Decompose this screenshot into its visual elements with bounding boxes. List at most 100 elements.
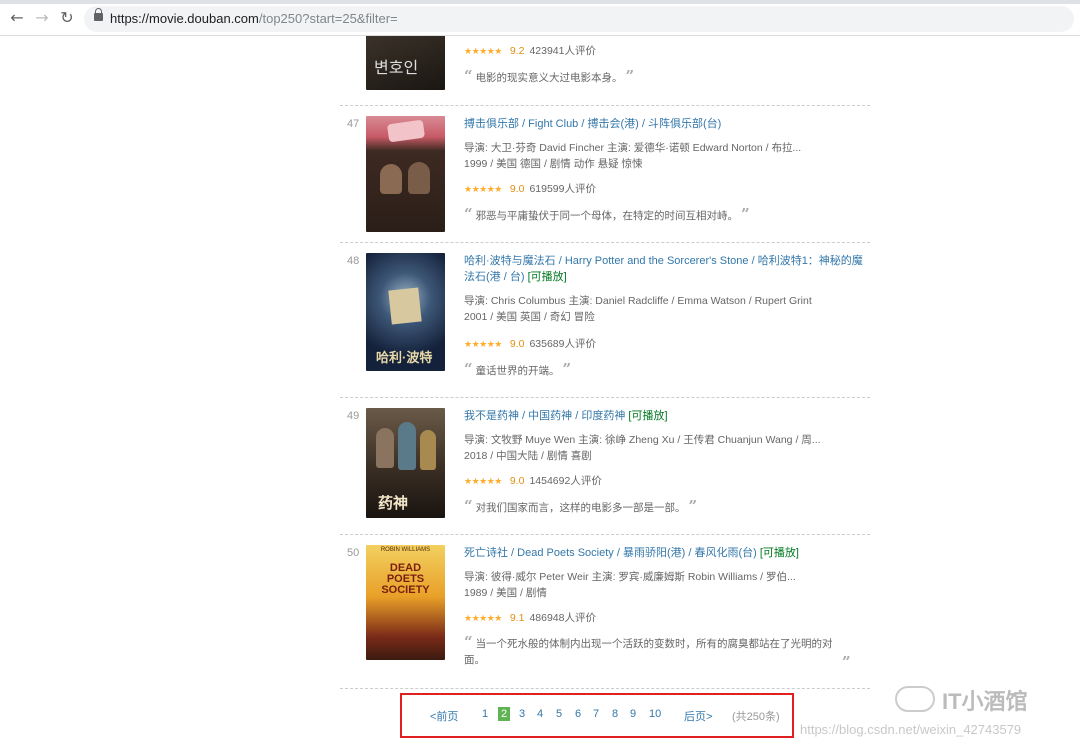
playable-badge[interactable]: [可播放] — [628, 410, 667, 422]
movie-year-genre: 2001 / 美国 英国 / 奇幻 冒险 — [464, 311, 595, 323]
movie-credits: 导演: Chris Columbus 主演: Daniel Radcliffe … — [464, 295, 812, 307]
quote-text: 电影的现实意义大过电影本身。 — [475, 72, 623, 84]
rank-number: 49 — [347, 410, 360, 422]
rating-stars-icon: ★★★★★ — [464, 46, 502, 56]
playable-badge[interactable]: [可播放] — [760, 547, 799, 559]
poster-letter-graphic — [388, 287, 422, 325]
rank-number: 48 — [347, 255, 360, 267]
rating-stars-icon: ★★★★★ — [464, 613, 502, 623]
close-quote-icon: ” — [625, 67, 635, 85]
page-link-1[interactable]: 1 — [482, 708, 488, 720]
movie-year-genre: 1989 / 美国 / 剧情 — [464, 587, 547, 599]
movie-info: 死亡诗社 / Dead Poets Society / 暴雨骄阳(港) / 春风… — [464, 545, 864, 601]
rating-stars-icon: ★★★★★ — [464, 339, 502, 349]
forward-arrow-icon[interactable]: → — [33, 9, 51, 27]
reload-icon[interactable]: ↻ — [58, 9, 76, 27]
movie-title-line[interactable]: 我不是药神 / 中国药神 / 印度药神 [可播放] — [464, 408, 864, 424]
poster-logo: 药神 — [378, 495, 409, 512]
page-link-3[interactable]: 3 — [519, 708, 525, 720]
vote-count: 619599人评价 — [529, 183, 596, 195]
movie-poster[interactable]: 药神 — [366, 408, 445, 518]
quote-text: 当一个死水般的体制内出现一个活跃的变数时，所有的腐臭都站在了光明的对面。 — [464, 638, 833, 666]
poster-figure — [398, 422, 416, 470]
movie-quote: “ 童话世界的开端。 ” — [464, 361, 571, 379]
movie-title-line[interactable]: 死亡诗社 / Dead Poets Society / 暴雨骄阳(港) / 春风… — [464, 545, 864, 561]
movie-poster[interactable]: ROBIN WILLIAMS DEAD POETS SOCIETY — [366, 545, 445, 660]
open-quote-icon: “ — [464, 633, 473, 651]
page-link-9[interactable]: 9 — [630, 708, 636, 720]
open-quote-icon: “ — [464, 360, 473, 378]
url-host: https://movie.douban.com — [110, 11, 259, 26]
playable-badge[interactable]: [可播放] — [528, 271, 567, 283]
movie-title-line[interactable]: 哈利·波特与魔法石 / Harry Potter and the Sorcere… — [464, 253, 864, 285]
open-quote-icon: “ — [464, 67, 473, 85]
open-quote-icon: “ — [464, 497, 473, 515]
movie-credits: 导演: 文牧野 Muye Wen 主演: 徐峥 Zheng Xu / 王传君 C… — [464, 434, 821, 446]
rating-stars-icon: ★★★★★ — [464, 184, 502, 194]
rating-score: 9.1 — [509, 612, 525, 624]
movie-title[interactable]: 死亡诗社 — [464, 547, 508, 559]
open-quote-icon: “ — [464, 205, 473, 223]
rating-row: ★★★★★ 9.0 1454692人评价 — [464, 473, 602, 488]
movie-other-titles[interactable]: / 中国药神 / 印度药神 — [519, 410, 625, 422]
rank-number: 47 — [347, 118, 360, 130]
poster-logo: ROBIN WILLIAMS — [380, 547, 431, 553]
movie-poster[interactable]: 哈利·波特 — [366, 253, 445, 371]
poster-soap-graphic — [386, 119, 426, 143]
vote-count: 635689人评价 — [529, 338, 596, 350]
rating-row: ★★★★★ 9.0 619599人评价 — [464, 181, 596, 196]
rating-score: 9.0 — [509, 338, 525, 350]
movie-quote: “ 对我们国家而言，这样的电影多一部是一部。 ” — [464, 498, 697, 516]
url-text[interactable]: https://movie.douban.com/top250?start=25… — [110, 11, 398, 26]
lock-icon — [94, 8, 103, 21]
movie-title-line[interactable]: 搏击俱乐部 / Fight Club / 搏击会(港) / 斗阵俱乐部(台) — [464, 116, 864, 132]
page-link-10[interactable]: 10 — [649, 708, 661, 720]
quote-text: 对我们国家而言，这样的电影多一部是一部。 — [475, 502, 686, 514]
vote-count: 486948人评价 — [529, 612, 596, 624]
prev-page-link[interactable]: <前页 — [430, 708, 458, 724]
movie-info: 哈利·波特与魔法石 / Harry Potter and the Sorcere… — [464, 253, 864, 325]
rating-row: ★★★★★ 9.0 635689人评价 — [464, 336, 596, 351]
rating-row: ★★★★★ 9.2 423941人评价 — [464, 43, 596, 58]
movie-year-genre: 2018 / 中国大陆 / 剧情 喜剧 — [464, 450, 592, 462]
quote-text: 童话世界的开端。 — [475, 365, 560, 377]
poster-figure — [376, 428, 394, 468]
page-link-8[interactable]: 8 — [612, 708, 618, 720]
next-page-link[interactable]: 后页> — [684, 708, 712, 724]
list-item: 49 药神 我不是药神 / 中国药神 / 印度药神 [可播放] 导演: 文牧野 … — [340, 398, 870, 535]
close-quote-icon: ” — [688, 497, 698, 515]
page-link-5[interactable]: 5 — [556, 708, 562, 720]
movie-info: 我不是药神 / 中国药神 / 印度药神 [可播放] 导演: 文牧野 Muye W… — [464, 408, 864, 464]
rank-number: 50 — [347, 547, 360, 559]
vote-count: 1454692人评价 — [529, 475, 602, 487]
list-item: 50 ROBIN WILLIAMS DEAD POETS SOCIETY 死亡诗… — [340, 535, 870, 689]
watermark-url: https://blog.csdn.net/weixin_42743579 — [800, 722, 1022, 737]
movie-credits: 导演: 彼得·威尔 Peter Weir 主演: 罗宾·威廉姆斯 Robin W… — [464, 571, 796, 583]
movie-title[interactable]: 我不是药神 — [464, 410, 519, 422]
movie-other-titles[interactable]: / Fight Club / 搏击会(港) / 斗阵俱乐部(台) — [519, 118, 721, 130]
total-count: (共250条) — [732, 711, 780, 723]
movie-other-titles[interactable]: / Dead Poets Society / 暴雨骄阳(港) / 春风化雨(台) — [508, 547, 757, 559]
movie-poster[interactable]: 변호인 — [366, 36, 445, 90]
movie-title[interactable]: 搏击俱乐部 — [464, 118, 519, 130]
wechat-logo-icon — [895, 686, 935, 712]
movie-title[interactable]: 哈利·波特与魔法石 — [464, 255, 556, 267]
movie-poster[interactable] — [366, 116, 445, 232]
rating-stars-icon: ★★★★★ — [464, 476, 502, 486]
movie-year-genre: 1999 / 美国 德国 / 剧情 动作 悬疑 惊悚 — [464, 158, 643, 170]
poster-figure — [408, 162, 430, 194]
item-divider — [340, 688, 870, 689]
rating-score: 9.0 — [509, 183, 525, 195]
quote-text: 邪恶与平庸蛰伏于同一个母体，在特定的时间互相对峙。 — [475, 210, 739, 222]
url-path: /top250?start=25&filter= — [258, 11, 398, 26]
poster-figure — [420, 430, 436, 470]
page-link-7[interactable]: 7 — [593, 708, 599, 720]
page-link-6[interactable]: 6 — [575, 708, 581, 720]
vote-count: 423941人评价 — [529, 45, 596, 57]
watermark-brand: IT小酒馆 — [942, 689, 1028, 714]
back-arrow-icon[interactable]: ← — [8, 9, 26, 27]
poster-logo: DEAD POETS SOCIETY — [381, 562, 430, 596]
poster-figure — [380, 164, 402, 194]
page-link-4[interactable]: 4 — [537, 708, 543, 720]
poster-logo: 哈利·波特 — [376, 350, 433, 365]
